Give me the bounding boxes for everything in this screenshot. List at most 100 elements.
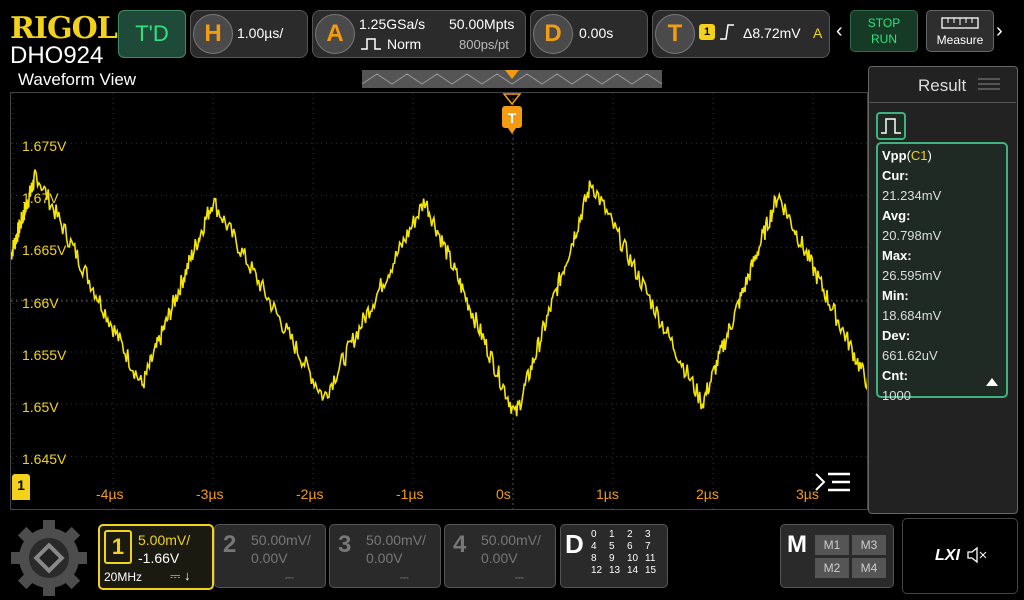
channel-number: 3 [338, 531, 352, 558]
measurement-name: Vpp [882, 148, 907, 163]
measurement-item-vpp[interactable]: Vpp(C1) Cur: 21.234mV Avg: 20.798mV Max: 26.5… [876, 142, 1008, 403]
horizontal-panel[interactable]: H 1.00µs/ [190, 10, 308, 58]
digital-bit-label: 8 [591, 553, 597, 564]
stop-label: STOP [867, 16, 901, 30]
trigger-delay-button[interactable]: T'D [118, 10, 186, 58]
channel-scale: 50.00mV/ [366, 532, 426, 548]
digital-bit-label: 12 [591, 565, 603, 576]
measure-button[interactable]: Measure [926, 10, 994, 52]
sample-interval: 800ps/pt [459, 37, 509, 52]
trigger-panel[interactable]: T 1 Δ8.72mV A [652, 10, 830, 58]
result-divider [868, 102, 1016, 103]
digital-bit-label: 7 [645, 541, 651, 552]
digital-bit-label: 3 [645, 529, 651, 540]
lxi-status-panel[interactable]: LXI [902, 518, 1018, 594]
channel-offset: 0.00V [251, 550, 288, 566]
digital-bit-label: 11 [645, 553, 656, 564]
channel-offset: 0.00V [366, 550, 403, 566]
h-tick-label: 2µs [696, 486, 719, 502]
menu-icon[interactable] [814, 470, 852, 498]
measurement-stat-label: Min: [882, 288, 909, 303]
v-tick-label: 1.65V [22, 399, 59, 415]
math-label: M [787, 531, 807, 558]
delay-icon: D [533, 14, 573, 54]
v-tick-label: 1.645V [22, 451, 67, 468]
h-tick-label: 1µs [596, 486, 619, 502]
math-m3-button[interactable]: M3 [852, 535, 886, 555]
channel-4-panel[interactable]: 4 50.00mV/0.00V ⎓ [444, 524, 556, 588]
measurement-stat-value: 20.798mV [882, 228, 942, 243]
math-m2-button[interactable]: M2 [815, 558, 849, 578]
channel-3-panel[interactable]: 3 50.00mV/0.00V ⎓ [329, 524, 441, 588]
channel-number: 4 [453, 531, 467, 558]
measurement-stat-value: 26.595mV [882, 268, 942, 283]
measurement-stat-label: Dev: [882, 328, 911, 343]
model-name: DHO924 [10, 42, 104, 69]
run-label: RUN [871, 32, 897, 46]
h-tick-label: -2µs [296, 486, 324, 502]
acquisition-panel[interactable]: A 1.25GSa/s 50.00Mpts Norm 800ps/pt [312, 10, 526, 58]
channel-1-offset-marker[interactable]: 1 [12, 474, 30, 500]
v-tick-label: 1.665V [22, 242, 67, 259]
vpp-measure-icon[interactable] [876, 112, 906, 140]
digital-bit-label: 15 [645, 565, 657, 576]
digital-bit-label: 5 [609, 541, 615, 552]
measurement-stat-label: Cnt: [882, 368, 908, 383]
chevron-right-icon[interactable]: › [996, 20, 1003, 43]
lxi-label: LXI [935, 547, 960, 564]
delay-value: 0.00s [579, 25, 614, 41]
trigger-marker-label: T [507, 110, 517, 126]
channel-1-panel[interactable]: 1 5.00mV/ -1.66V 20MHz ⎓ ↓ [98, 524, 214, 590]
mute-speaker-icon[interactable] [967, 546, 987, 564]
channel-1-trace [11, 169, 867, 417]
channel-number: 2 [223, 531, 237, 558]
math-panel[interactable]: M M1 M3 M2 M4 [780, 524, 894, 588]
measurement-source: C1 [910, 148, 928, 163]
digital-bit-label: 1 [609, 529, 615, 540]
digital-bit-label: 2 [627, 529, 633, 540]
acquisition-mode: Norm [387, 36, 422, 52]
memory-depth: 50.00Mpts [449, 16, 515, 32]
trigger-icon: T [655, 14, 695, 54]
memory-overview-bar[interactable] [362, 70, 662, 88]
chevron-left-icon[interactable]: ‹ [836, 20, 843, 43]
digital-bit-label: 4 [591, 541, 597, 552]
channel-2-panel[interactable]: 2 50.00mV/0.00V ⎓ [214, 524, 326, 588]
channel-1-number: 1 [104, 530, 132, 564]
trigger-level: Δ8.72mV [743, 25, 801, 41]
digital-bit-label: 6 [627, 541, 633, 552]
rising-edge-icon [720, 24, 734, 40]
dc-coupling-icon: ⎓ ↓ [170, 568, 191, 583]
h-tick-label: 0s [496, 486, 511, 502]
digital-channel-panel[interactable]: D 0 1 2 3 4 5 6 7 8 9 10 11 12 13 14 15 [560, 524, 668, 588]
measurement-stat-value: 21.234mV [882, 188, 942, 203]
result-menu-icon[interactable] [978, 76, 1000, 92]
waveform-view-title: Waveform View [18, 70, 137, 89]
acquisition-icon: A [315, 14, 355, 54]
digital-bit-label: 14 [627, 565, 639, 576]
rigol-home-gear-icon[interactable] [10, 520, 88, 596]
digital-bit-label: 0 [591, 529, 597, 540]
h-tick-label: -1µs [396, 486, 424, 502]
channel-scale: 50.00mV/ [251, 532, 311, 548]
v-tick-label: 1.655V [22, 346, 67, 363]
result-title: Result [918, 76, 967, 95]
channel-1-scale: 5.00mV/ [138, 532, 191, 548]
h-tick-label: -3µs [196, 486, 224, 502]
brand-logo: RIGOL [10, 11, 118, 46]
coupling-icon: ⎓ [515, 572, 524, 584]
math-m4-button[interactable]: M4 [852, 558, 886, 578]
measurement-header: Vpp(C1) [882, 148, 932, 163]
math-m1-button[interactable]: M1 [815, 535, 849, 555]
trigger-source-badge: 1 [699, 24, 715, 40]
run-stop-button[interactable]: STOP RUN [850, 10, 918, 52]
waveform-canvas[interactable] [10, 92, 868, 510]
measure-label: Measure [936, 33, 984, 47]
digital-bit-label: 13 [609, 565, 621, 576]
measurement-stat-value: 661.62uV [882, 348, 938, 363]
measurement-stat-label: Avg: [882, 208, 911, 223]
horizontal-icon: H [193, 14, 233, 54]
collapse-up-icon[interactable] [986, 378, 998, 386]
measurement-stat-label: Max: [882, 248, 912, 263]
delay-panel[interactable]: D 0.00s [530, 10, 648, 58]
